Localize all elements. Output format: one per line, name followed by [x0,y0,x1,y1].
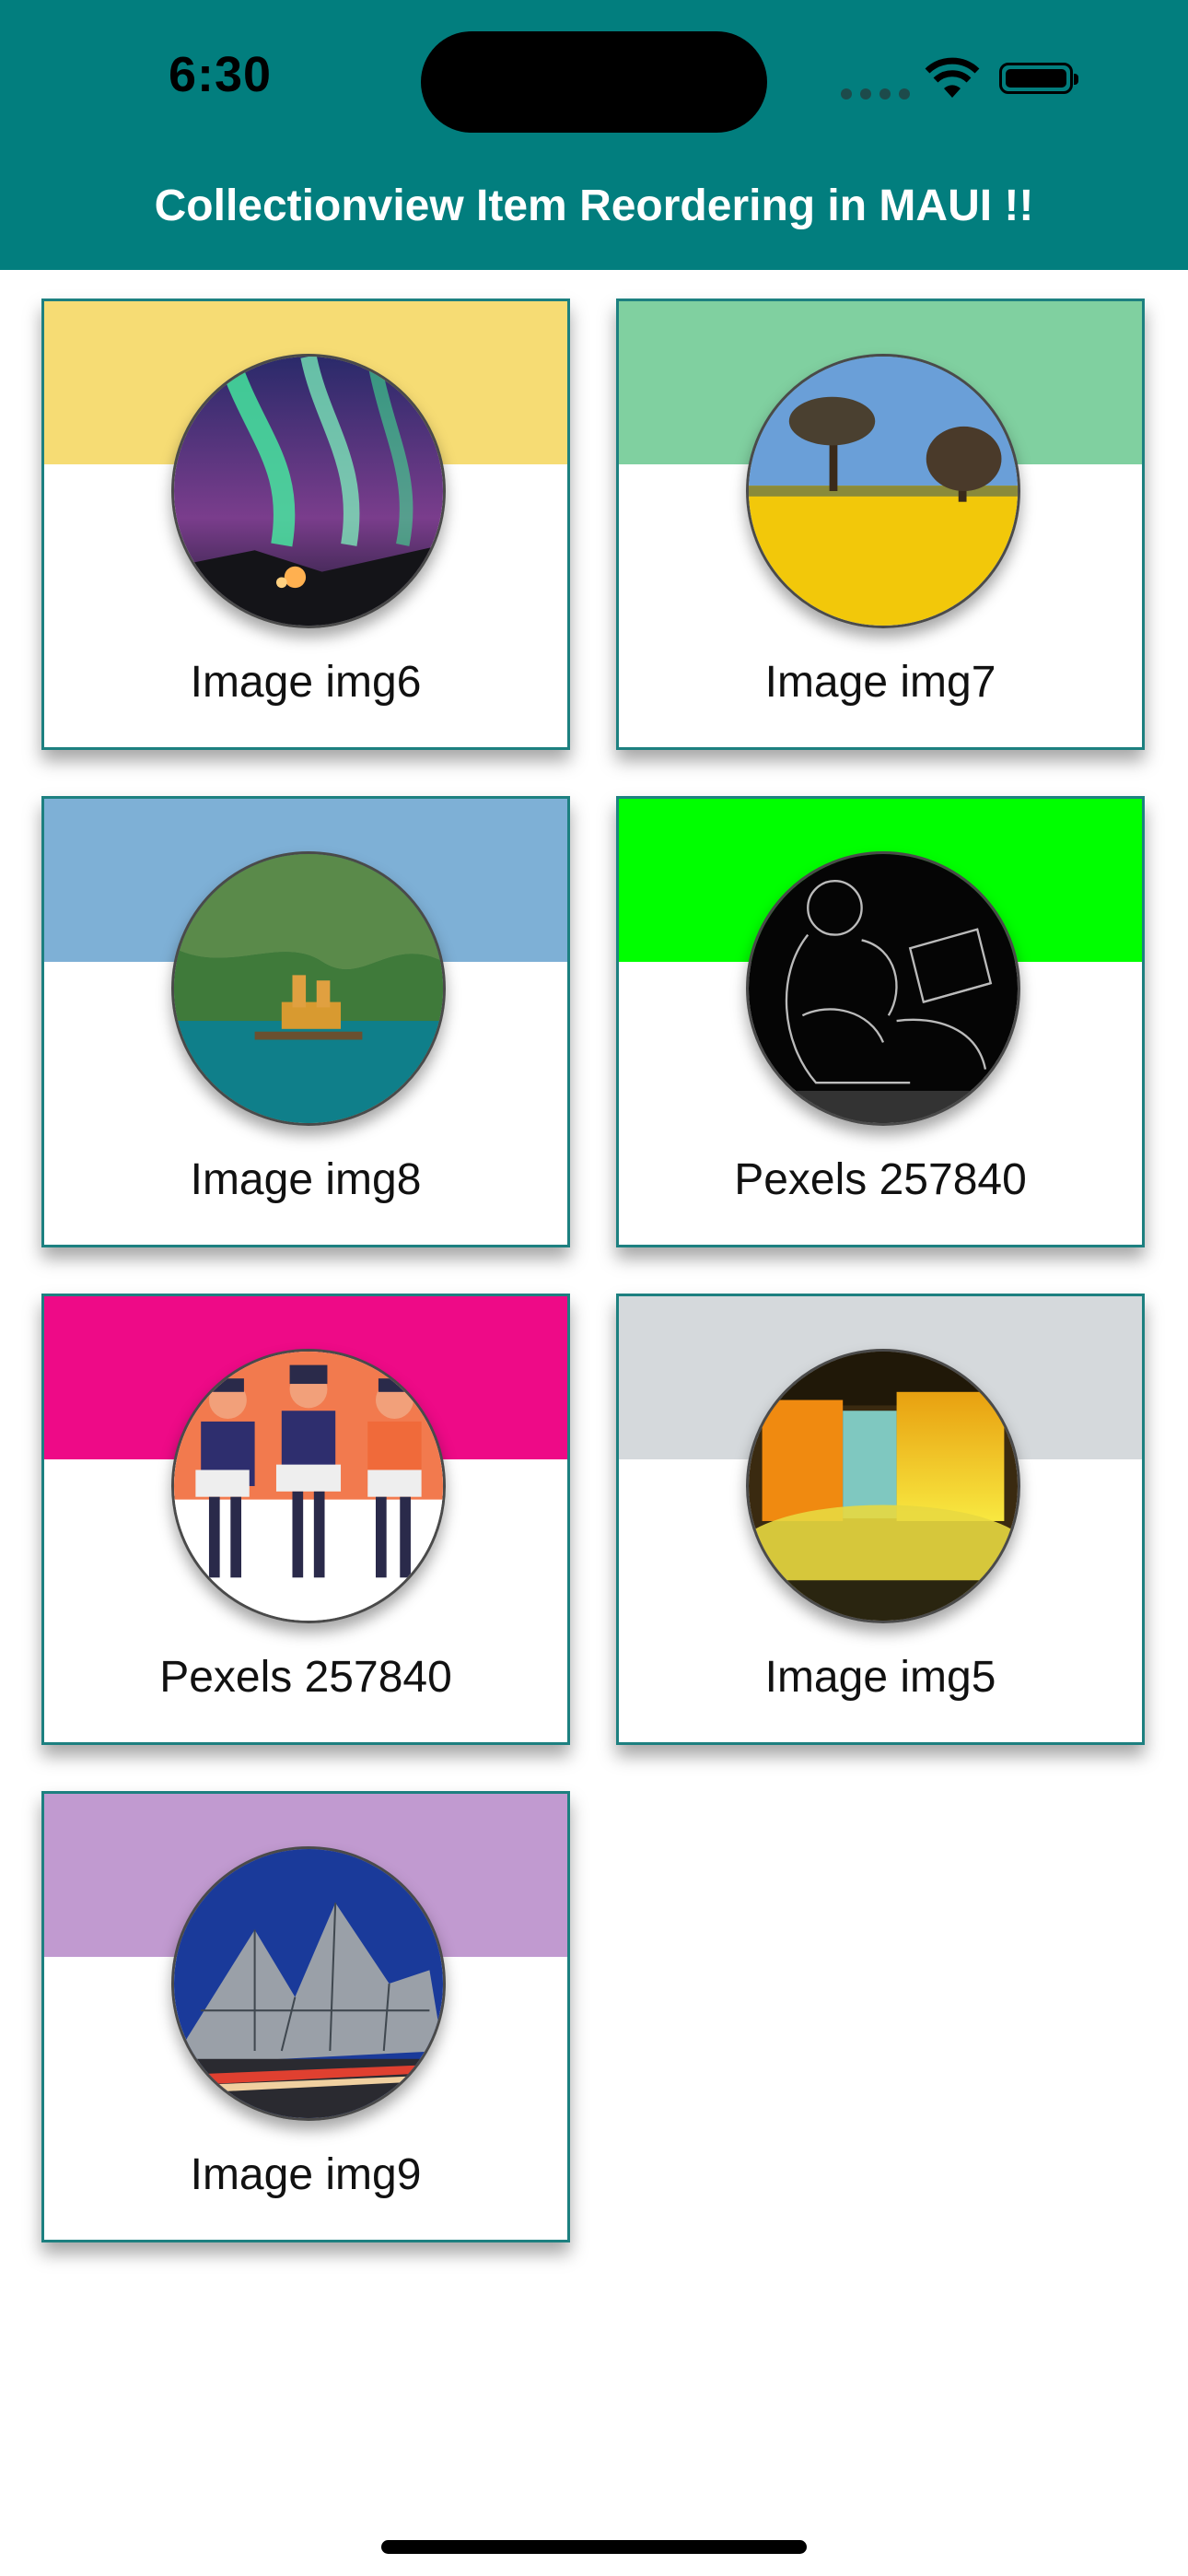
collection-item[interactable]: Pexels 257840 [616,796,1145,1247]
collection-item[interactable]: Image img7 [616,299,1145,750]
item-label: Image img5 [764,1653,996,1702]
item-image [171,354,446,628]
status-icons [841,55,1089,101]
cellular-signal-icon [841,88,910,100]
collection-item[interactable]: Image img6 [41,299,570,750]
item-image [171,1349,446,1623]
page-title: Collectionview Item Reordering in MAUI !… [154,181,1034,230]
collection-item[interactable]: Image img5 [616,1294,1145,1745]
item-image [171,851,446,1126]
dynamic-island [421,31,767,133]
home-indicator[interactable] [381,2540,807,2554]
item-image [171,1846,446,2121]
item-image [746,354,1020,628]
battery-icon [999,63,1078,94]
wifi-icon [925,57,980,98]
item-label: Pexels 257840 [159,1653,452,1702]
item-image [746,1349,1020,1623]
item-label: Pexels 257840 [734,1155,1027,1204]
collection-item[interactable]: Pexels 257840 [41,1294,570,1745]
status-time: 6:30 [169,47,273,102]
item-label: Image img6 [190,658,422,707]
collection-item[interactable]: Image img8 [41,796,570,1247]
item-image [746,851,1020,1126]
item-label: Image img9 [190,2150,422,2199]
item-label: Image img7 [764,658,996,707]
collection-item[interactable]: Image img9 [41,1791,570,2242]
item-label: Image img8 [190,1155,422,1204]
app-header: 6:30 Collectionview Item Reordering in M… [0,0,1188,270]
